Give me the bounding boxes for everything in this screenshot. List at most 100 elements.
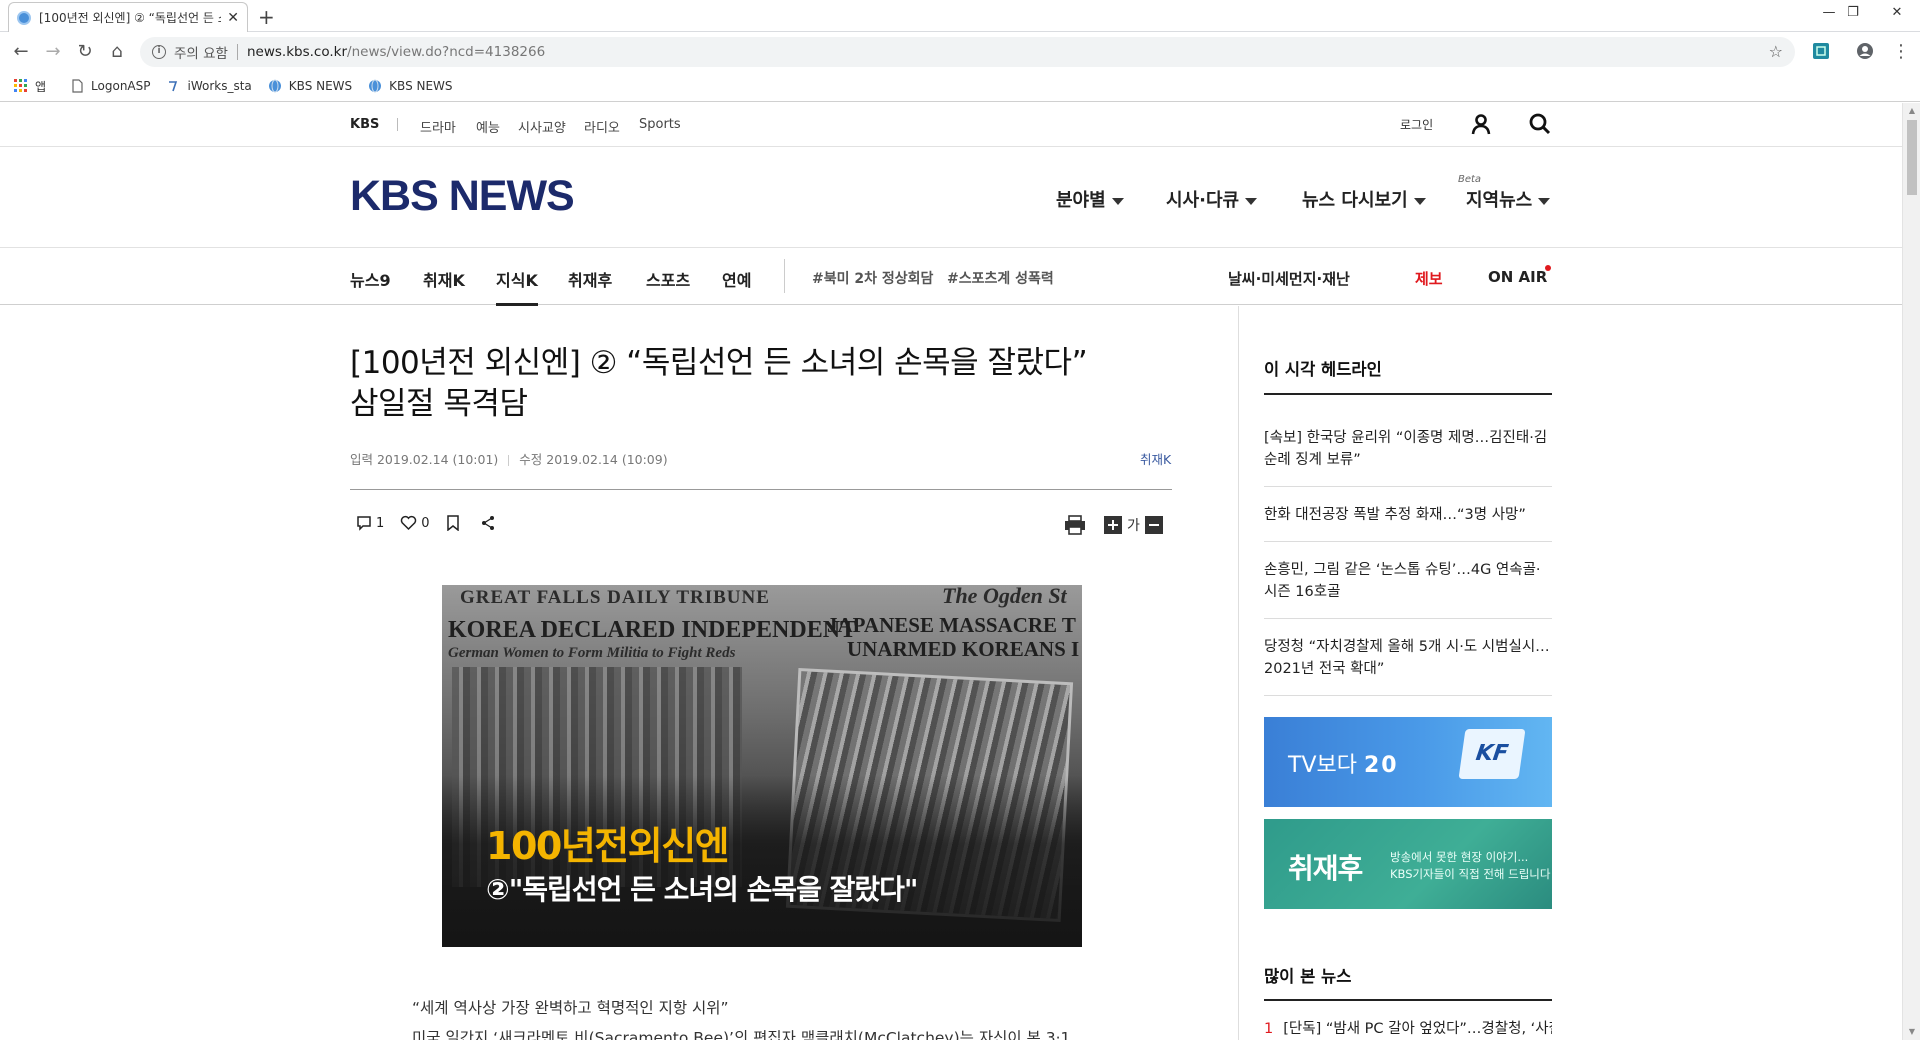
sub-nav-sports[interactable]: 스포츠 — [646, 267, 690, 291]
article-title-line2: 삼일절 목격담 — [350, 386, 528, 422]
new-tab-button[interactable]: + — [258, 5, 275, 29]
top-nav-divider — [397, 118, 398, 131]
font-decrease-icon[interactable] — [1144, 516, 1163, 534]
profile-icon[interactable] — [1856, 42, 1874, 60]
gnb-current-affairs[interactable]: 시사·다큐 — [1166, 186, 1258, 212]
newspaper-masthead: GREAT FALLS DAILY TRIBUNE — [460, 587, 770, 608]
font-increase-icon[interactable] — [1104, 516, 1122, 534]
font-size-label: 가 — [1127, 518, 1140, 534]
chwijaehu-banner[interactable]: 취재후 방송에서 못한 현장 이야기... KBS기자들이 직접 전해 드립니다! — [1264, 819, 1552, 909]
sub-nav: 뉴스9 취재K 지식K 취재후 스포츠 연예 #북미 2차 정상회담 #스포츠계… — [0, 249, 1902, 306]
search-icon[interactable] — [1528, 112, 1552, 136]
bookmark-logonasp[interactable]: LogonASP — [70, 79, 151, 93]
home-icon[interactable]: ⌂ — [106, 41, 128, 63]
gnb-label: 시사·다큐 — [1166, 190, 1240, 211]
caret-down-icon — [1245, 197, 1258, 205]
web-page: KBS 드라마 예능 시사교양 라디오 Sports 로그인 KBS NEWS … — [0, 103, 1902, 1040]
knowledge-banner[interactable]: TV보다 20 KF — [1264, 717, 1552, 807]
sub-nav-news9[interactable]: 뉴스9 — [350, 267, 391, 291]
gnb-category[interactable]: 분야별 — [1056, 186, 1124, 212]
like-button[interactable]: 0 — [400, 515, 430, 531]
gnb-label: 분야별 — [1056, 190, 1106, 211]
top-nav-kbs[interactable]: KBS — [350, 117, 379, 132]
security-label: 주의 요함 — [174, 46, 228, 62]
article-body: “세계 역사상 가장 완벽하고 혁명적인 지항 시위” 미국 일간지 ‘새크라멘… — [412, 993, 1192, 1040]
on-air-link[interactable]: ON AIR — [1488, 268, 1547, 286]
top-nav-radio[interactable]: 라디오 — [584, 117, 620, 136]
url-host: news.kbs.co.kr — [246, 44, 348, 60]
bookmark-label: 앱 — [35, 79, 47, 94]
forward-arrow-icon[interactable]: → — [42, 41, 64, 63]
tab-title: [100년전 외신엔] ② “독립선언 든 소녀의 손목을 잘랐다” 삼일절 목… — [39, 11, 221, 25]
headline-section-rule — [1264, 393, 1552, 395]
column-divider — [1238, 306, 1239, 1040]
headline-item[interactable]: [속보] 한국당 윤리위 “이종명 제명…김진태·김순례 징계 보류” — [1264, 415, 1552, 487]
banner2-desc: 방송에서 못한 현장 이야기... KBS기자들이 직접 전해 드립니다! — [1390, 849, 1552, 883]
kbs-globe-icon — [369, 79, 382, 93]
gnb-news-replay[interactable]: 뉴스 다시보기 — [1302, 186, 1426, 212]
sub-nav-jisikk[interactable]: 지식K — [496, 267, 538, 306]
bookmark-kbs-news-2[interactable]: KBS NEWS — [368, 79, 453, 93]
bookmark-button[interactable] — [446, 515, 464, 531]
menu-kebab-icon[interactable]: ⋮ — [1890, 41, 1912, 63]
top-nav-drama[interactable]: 드라마 — [420, 117, 456, 136]
newspaper-subheadline: German Women to Form Militia to Fight Re… — [448, 645, 736, 661]
back-arrow-icon[interactable]: ← — [10, 41, 32, 63]
iworks-icon — [168, 81, 177, 92]
article-category[interactable]: 취재K — [1140, 449, 1171, 468]
bookmark-label: KBS NEWS — [288, 79, 353, 93]
top-nav-sports[interactable]: Sports — [639, 117, 681, 132]
top-nav-entertainment[interactable]: 예능 — [476, 117, 500, 136]
window-close-icon[interactable]: ✕ — [1874, 0, 1920, 24]
browser-toolbar: ← → ↻ ⌂ i 주의 요함 news.kbs.co.kr /news/vie… — [0, 33, 1920, 71]
sub-nav-entertainment[interactable]: 연예 — [722, 267, 751, 291]
sub-nav-divider — [784, 259, 785, 293]
banner2-desc-line: 방송에서 못한 현장 이야기... — [1390, 850, 1529, 864]
weather-link[interactable]: 날씨·미세먼지·재난 — [1228, 268, 1350, 289]
page-icon — [72, 79, 83, 93]
tab-close-icon[interactable]: ✕ — [227, 10, 239, 26]
reload-icon[interactable]: ↻ — [74, 41, 96, 63]
sub-nav-chwijaek[interactable]: 취재K — [423, 267, 465, 291]
article-hero-image: GREAT FALLS DAILY TRIBUNE The Ogden St K… — [442, 585, 1082, 947]
tag-link[interactable]: #북미 2차 정상회담 — [812, 268, 933, 288]
headline-item[interactable]: 손흥민, 그림 같은 ‘논스톱 슈팅’…4G 연속골·시즌 16호골 — [1264, 542, 1552, 619]
gnb-regional-news[interactable]: 지역뉴스 — [1466, 186, 1551, 212]
bookmark-kbs-news-1[interactable]: KBS NEWS — [268, 79, 352, 93]
newspaper-masthead-2: The Ogden St — [942, 585, 1067, 608]
top-nav-culture[interactable]: 시사교양 — [518, 117, 566, 136]
login-link[interactable]: 로그인 — [1400, 116, 1433, 133]
comment-button[interactable]: 1 — [356, 515, 384, 531]
share-button[interactable] — [480, 515, 500, 531]
tag-link[interactable]: #스포츠계 성폭력 — [947, 268, 1054, 288]
article-rule — [350, 489, 1172, 490]
kbs-news-logo[interactable]: KBS NEWS — [350, 172, 575, 221]
user-icon[interactable] — [1469, 112, 1493, 136]
extension-icon[interactable] — [1812, 42, 1830, 60]
kbs-globe-icon — [268, 79, 281, 93]
headline-item[interactable]: 한화 대전공장 폭발 추정 화재…“3명 사망” — [1264, 487, 1552, 542]
browser-tab-active[interactable]: [100년전 외신엔] ② “독립선언 든 소녀의 손목을 잘랐다” 삼일절 목… — [8, 2, 248, 32]
beta-badge: Beta — [1458, 174, 1482, 185]
banner2-desc-line: KBS기자들이 직접 전해 드립니다! — [1390, 867, 1552, 881]
print-icon[interactable] — [1064, 515, 1086, 535]
address-bar[interactable]: i 주의 요함 news.kbs.co.kr /news/view.do?ncd… — [140, 37, 1795, 67]
sub-nav-chwijaehu[interactable]: 취재후 — [568, 267, 612, 291]
address-divider — [236, 44, 238, 60]
bookmark-star-icon[interactable]: ☆ — [1769, 42, 1783, 61]
article-actions: 1 0 — [356, 515, 516, 531]
newspaper-headline-3: UNARMED KOREANS I — [847, 637, 1080, 661]
page-scrollbar[interactable]: ▲ ▼ — [1902, 103, 1920, 1040]
headline-item[interactable]: 당정청 “자치경찰제 올해 5개 시·도 시범실시…2021년 전국 확대” — [1264, 619, 1552, 696]
headline-section-title: 이 시각 헤드라인 — [1264, 360, 1382, 379]
scroll-down-icon[interactable]: ▼ — [1907, 1027, 1917, 1037]
restore-icon[interactable]: ❐ — [1830, 0, 1876, 24]
bookmark-apps[interactable]: 앱 — [14, 78, 46, 95]
report-link[interactable]: 제보 — [1415, 268, 1443, 289]
scrollbar-thumb[interactable] — [1907, 120, 1917, 195]
info-icon[interactable]: i — [152, 45, 166, 59]
popular-item[interactable]: 1 [단독] “밤새 PC 갈아 엎었다”…경찰청, ‘사찰 — [1264, 1017, 1552, 1038]
popular-section-title: 많이 본 뉴스 — [1264, 967, 1352, 986]
scroll-up-icon[interactable]: ▲ — [1907, 106, 1917, 116]
bookmark-iworks[interactable]: iWorks_sta — [167, 79, 252, 93]
